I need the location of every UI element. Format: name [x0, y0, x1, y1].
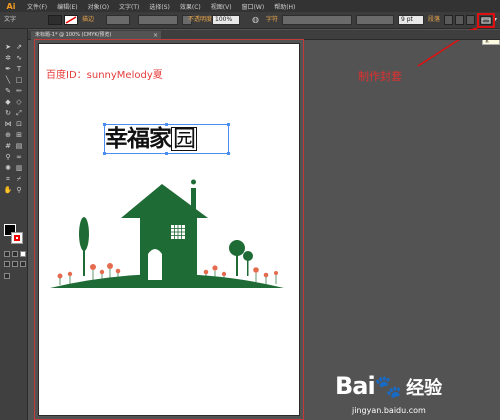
right-tree-large — [229, 240, 245, 256]
graph-tool-icon[interactable]: ▥ — [14, 164, 24, 173]
pen-tool-icon[interactable]: ✒ — [3, 65, 13, 74]
align-left-icon[interactable] — [444, 15, 453, 25]
paragraph-label[interactable]: 段落 — [428, 15, 440, 25]
stroke-label[interactable]: 描边 — [82, 15, 94, 25]
screen-mode-button[interactable] — [4, 273, 10, 279]
font-style-field[interactable] — [356, 15, 394, 25]
gradient-mode-button[interactable] — [12, 251, 18, 257]
selection-handle[interactable] — [165, 123, 168, 126]
rectangle-tool-icon[interactable]: □ — [14, 76, 24, 85]
eyedropper-tool-icon[interactable]: ⚲ — [3, 153, 13, 162]
opacity-label[interactable]: 不透明度 — [188, 15, 212, 25]
house-door — [148, 249, 162, 280]
right-tree-large-trunk — [236, 254, 238, 276]
fill-color-button[interactable] — [48, 15, 62, 25]
align-center-icon[interactable] — [455, 15, 464, 25]
blend-tool-icon[interactable]: ∞ — [14, 153, 24, 162]
selection-handle[interactable] — [165, 152, 168, 155]
line-tool-icon[interactable]: ╲ — [3, 76, 13, 85]
document-tab-title: 未标题-1* @ 100% (CMYK/预览) — [35, 32, 112, 38]
color-mode-button[interactable] — [4, 251, 10, 257]
selection-handle[interactable] — [103, 123, 106, 126]
slice-tool-icon[interactable]: ⌿ — [14, 175, 24, 184]
menu-file[interactable]: 文件(F) — [22, 2, 52, 11]
baidu-watermark: Bai🐾 经验 — [335, 372, 442, 400]
style-icon[interactable]: ◍ — [252, 15, 259, 25]
title-last-char: 园 — [171, 126, 197, 152]
font-size-field[interactable]: 9 pt — [398, 15, 424, 25]
type-tool-icon[interactable]: T — [14, 65, 24, 74]
align-right-icon[interactable] — [466, 15, 475, 25]
selection-handle[interactable] — [227, 152, 230, 155]
tools-panel: ➤ ⇗ ✲ ∿ ✒ T ╲ □ ✎ ✏ ◆ ◇ ↻ ⤢ ⋈ ⊡ ⊕ ⊞ # ▤ … — [0, 29, 28, 420]
zoom-tool-icon[interactable]: ⚲ — [14, 186, 24, 195]
menu-effect[interactable]: 效果(C) — [175, 2, 206, 11]
menu-type[interactable]: 文字(T) — [114, 2, 144, 11]
highlight-box — [477, 13, 495, 28]
left-tree-trunk — [83, 246, 85, 276]
pencil-tool-icon[interactable]: ✏ — [14, 87, 24, 96]
shape-builder-tool-icon[interactable]: ⊕ — [3, 131, 13, 140]
stroke-color-button[interactable] — [64, 15, 78, 25]
selection-tool-icon[interactable]: ➤ — [3, 43, 13, 52]
baidu-logo-suffix: 经验 — [406, 378, 443, 399]
symbol-sprayer-tool-icon[interactable]: ✺ — [3, 164, 13, 173]
blob-brush-tool-icon[interactable]: ◆ — [3, 98, 13, 107]
annotation-text: 制作封套 — [358, 70, 402, 83]
chimney — [191, 188, 196, 220]
selection-handle[interactable] — [227, 123, 230, 126]
menu-view[interactable]: 视图(V) — [206, 2, 237, 11]
hand-tool-icon[interactable]: ✋ — [3, 186, 13, 195]
draw-normal-button[interactable] — [4, 261, 10, 267]
control-bar: 文字 描边 不透明度 100% ◍ 字符 9 pt 段落 ▾ — [0, 12, 500, 29]
width-tool-icon[interactable]: ⋈ — [3, 120, 13, 129]
menu-window[interactable]: 窗口(W) — [237, 2, 270, 11]
left-tree — [79, 217, 89, 251]
none-mode-button[interactable] — [20, 251, 26, 257]
mesh-tool-icon[interactable]: # — [3, 142, 13, 151]
menu-bar: Ai 文件(F) 编辑(E) 对象(O) 文字(T) 选择(S) 效果(C) 视… — [0, 0, 500, 12]
opacity-field[interactable]: 100% — [212, 15, 240, 25]
title-text: 幸福家园 — [105, 125, 228, 153]
author-watermark: 百度ID：sunnyMelody夏 — [46, 70, 163, 81]
baidu-logo: Bai — [335, 372, 376, 400]
paw-icon: 🐾 — [374, 375, 403, 400]
menu-edit[interactable]: 编辑(E) — [52, 2, 82, 11]
character-label[interactable]: 字符 — [266, 15, 278, 25]
house-illustration[interactable] — [48, 176, 288, 296]
right-tree-small-trunk — [247, 260, 249, 276]
selected-text-object[interactable]: 幸福家园 — [103, 123, 230, 155]
lasso-tool-icon[interactable]: ∿ — [14, 54, 24, 63]
baidu-url: jingyan.baidu.com — [352, 406, 426, 415]
draw-behind-button[interactable] — [12, 261, 18, 267]
selection-handle[interactable] — [103, 152, 106, 155]
title-main: 幸福家 — [105, 126, 172, 152]
menu-help[interactable]: 帮助(H) — [269, 2, 300, 11]
paintbrush-tool-icon[interactable]: ✎ — [3, 87, 13, 96]
chimney-smoke — [191, 179, 196, 185]
font-family-field[interactable] — [282, 15, 352, 25]
magic-wand-tool-icon[interactable]: ✲ — [3, 54, 13, 63]
stroke-swatch-inner — [14, 235, 20, 241]
perspective-grid-tool-icon[interactable]: ⊞ — [14, 131, 24, 140]
no-stroke-icon — [65, 16, 77, 24]
eraser-tool-icon[interactable]: ◇ — [14, 98, 24, 107]
house-window — [171, 225, 185, 239]
artboard-tool-icon[interactable]: ⌗ — [3, 175, 13, 184]
menu-object[interactable]: 对象(O) — [83, 2, 114, 11]
rotate-tool-icon[interactable]: ↻ — [3, 109, 13, 118]
scale-tool-icon[interactable]: ⤢ — [14, 109, 24, 118]
right-tree-small — [243, 251, 253, 261]
variable-width-field[interactable] — [138, 15, 178, 25]
app-logo: Ai — [6, 1, 16, 11]
menu-select[interactable]: 选择(S) — [144, 2, 175, 11]
stroke-swatch[interactable] — [11, 232, 23, 244]
gradient-tool-icon[interactable]: ▤ — [14, 142, 24, 151]
tool-label: 文字 — [4, 16, 17, 23]
direct-selection-tool-icon[interactable]: ⇗ — [14, 43, 24, 52]
free-transform-tool-icon[interactable]: ⊡ — [14, 120, 24, 129]
draw-inside-button[interactable] — [20, 261, 26, 267]
stroke-weight-field[interactable] — [106, 15, 130, 25]
